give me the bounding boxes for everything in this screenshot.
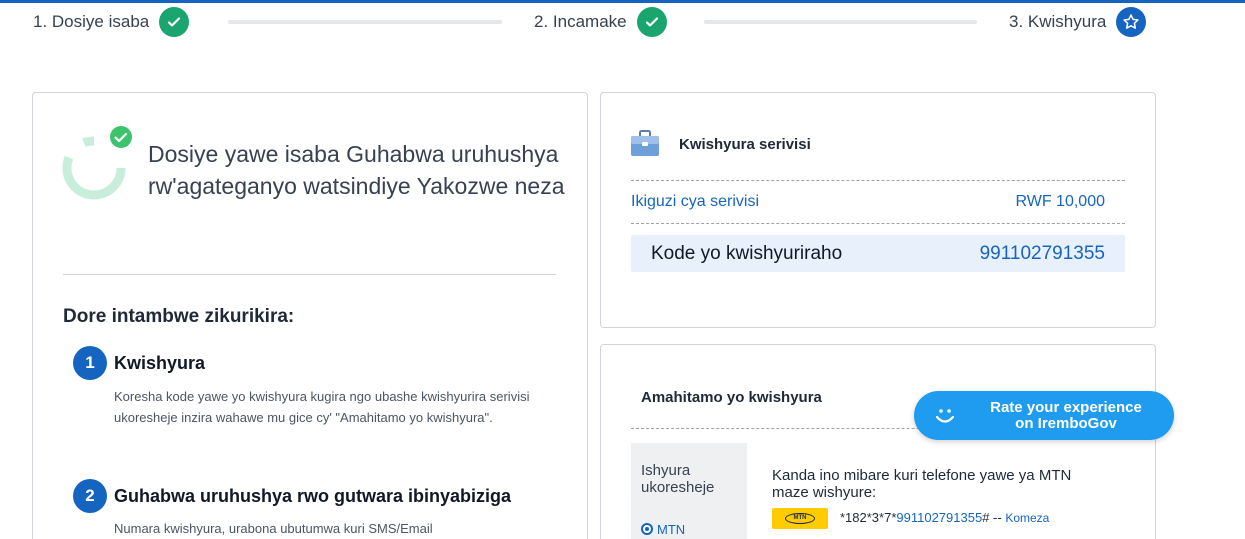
step-1-label: 1. Dosiye isaba — [33, 12, 150, 31]
mtn-radio[interactable] — [641, 523, 653, 535]
next-step-description-1: Koresha kode yawe yo kwishyura kugira ng… — [114, 389, 530, 425]
step-number-1: 1 — [73, 346, 107, 380]
rate-button-line2: on IremboGov — [1015, 415, 1117, 432]
payment-options-heading: Amahitamo yo kwishyura — [641, 389, 822, 406]
step-2: 2. Incamake — [534, 7, 667, 37]
fee-label: Ikiguzi cya serivisi — [631, 193, 760, 210]
check-icon — [636, 7, 667, 37]
step-3-label: 3. Kwishyura — [1009, 12, 1107, 31]
divider — [63, 274, 556, 275]
ussd-code: 991102791355 — [896, 510, 983, 525]
payment-code-value: 991102791355 — [979, 243, 1105, 264]
step-connector-2 — [704, 20, 977, 24]
step-number-2: 2 — [73, 479, 107, 513]
briefcase-icon — [630, 130, 660, 163]
dashed-divider — [631, 223, 1125, 224]
success-check-icon — [62, 126, 138, 207]
check-icon — [159, 7, 190, 37]
smiley-icon — [932, 403, 958, 434]
copy-link[interactable]: Komeza — [1005, 511, 1049, 525]
ussd-code-line: *182*3*7*991102791355# -- Komeza — [840, 510, 1049, 525]
next-step-title-2: Guhabwa uruhushya rwo gutwara ibinyabizi… — [114, 486, 512, 506]
next-step-title-1: Kwishyura — [114, 353, 206, 373]
star-icon — [1116, 7, 1147, 37]
mtn-radio-label[interactable]: MTN — [657, 522, 685, 537]
payment-code-label: Kode yo kwishyuriraho — [651, 243, 843, 264]
payment-heading: Kwishyura serivisi — [679, 136, 811, 153]
step-2-label: 2. Incamake — [534, 12, 627, 31]
next-steps-heading: Dore intambwe zikurikira: — [63, 306, 295, 327]
payment-method-label: Ishyura ukoresheje — [641, 462, 715, 496]
mtn-logo-text: MTN — [785, 513, 815, 524]
dashed-divider — [631, 180, 1125, 181]
ussd-prefix: *182*3*7* — [840, 510, 897, 525]
rate-button-text: Rate your experience on IremboGov — [966, 400, 1166, 432]
fee-value: RWF 10,000 — [1015, 193, 1105, 210]
ussd-suffix: # -- — [982, 510, 1002, 525]
next-step-description-2: Numara kwishyura, urabona ubutumwa kuri … — [114, 521, 433, 536]
top-accent-bar — [0, 0, 1245, 3]
step-1: 1. Dosiye isaba — [33, 7, 190, 37]
success-title: Dosiye yawe isaba Guhabwa uruhushya rw'a… — [148, 141, 565, 199]
step-connector-1 — [228, 20, 502, 24]
payment-instruction: Kanda ino mibare kuri telefone yawe ya M… — [772, 467, 1072, 501]
rate-button-line1: Rate your experience — [990, 399, 1142, 416]
rate-experience-button[interactable]: Rate your experience on IremboGov — [914, 391, 1174, 440]
step-3: 3. Kwishyura — [1009, 7, 1147, 37]
mtn-logo: MTN — [772, 508, 828, 529]
